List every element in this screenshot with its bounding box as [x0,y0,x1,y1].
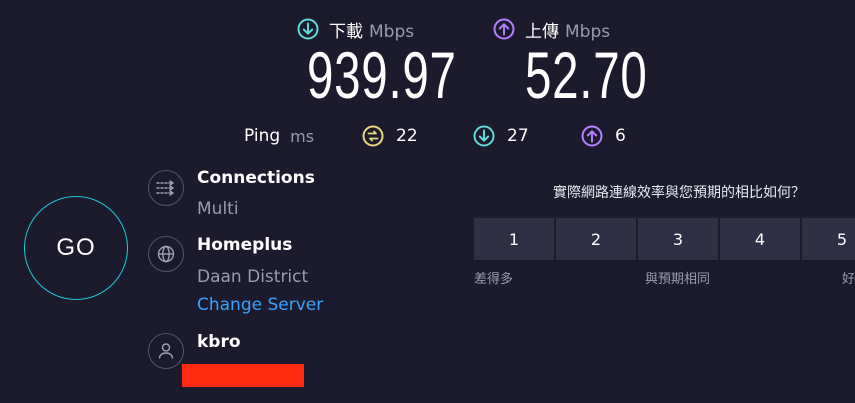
rating-caption-low: 差得多 [474,272,514,287]
connections-title: Connections [197,168,315,188]
ping-idle: 22 [362,124,418,148]
rating-caption-mid: 與預期相同 [645,272,711,287]
download-arrow-icon [297,18,319,40]
rating-option-1[interactable]: 1 [474,218,554,260]
ping-upload-value: 6 [615,126,626,146]
upload-speed-value: 52.70 [525,38,648,112]
download-speed-value: 939.97 [307,38,457,112]
ping-label-group: Ping ms [244,124,314,148]
download-arrow-icon [473,125,495,147]
ping-upload: 6 [581,124,626,148]
upload-arrow-icon [493,18,515,40]
redaction-bar [182,364,304,387]
rating-options: 1 2 3 4 5 [474,218,855,260]
ping-unit: ms [290,126,315,146]
upload-arrow-icon [581,125,603,147]
globe-icon [148,236,184,272]
connections-value: Multi [197,199,239,219]
rating-question: 實際網路連線效率與您預期的相比如何？ [553,185,805,201]
provider-name: kbro [197,332,241,352]
rating-option-3[interactable]: 3 [638,218,718,260]
rating-option-5[interactable]: 5 [802,218,855,260]
ping-download: 27 [473,124,529,148]
rating-option-4[interactable]: 4 [720,218,800,260]
server-name: Homeplus [197,235,293,255]
ping-download-value: 27 [507,126,529,146]
go-button[interactable]: GO [24,196,128,300]
ping-label: Ping [244,126,281,146]
server-location: Daan District [197,267,309,287]
rating-caption-high: 好 [842,272,855,287]
ping-idle-value: 22 [396,126,418,146]
change-server-link[interactable]: Change Server [197,295,323,315]
ping-idle-icon [362,125,384,147]
user-icon [148,333,184,369]
connections-icon [148,170,184,206]
rating-option-2[interactable]: 2 [556,218,636,260]
